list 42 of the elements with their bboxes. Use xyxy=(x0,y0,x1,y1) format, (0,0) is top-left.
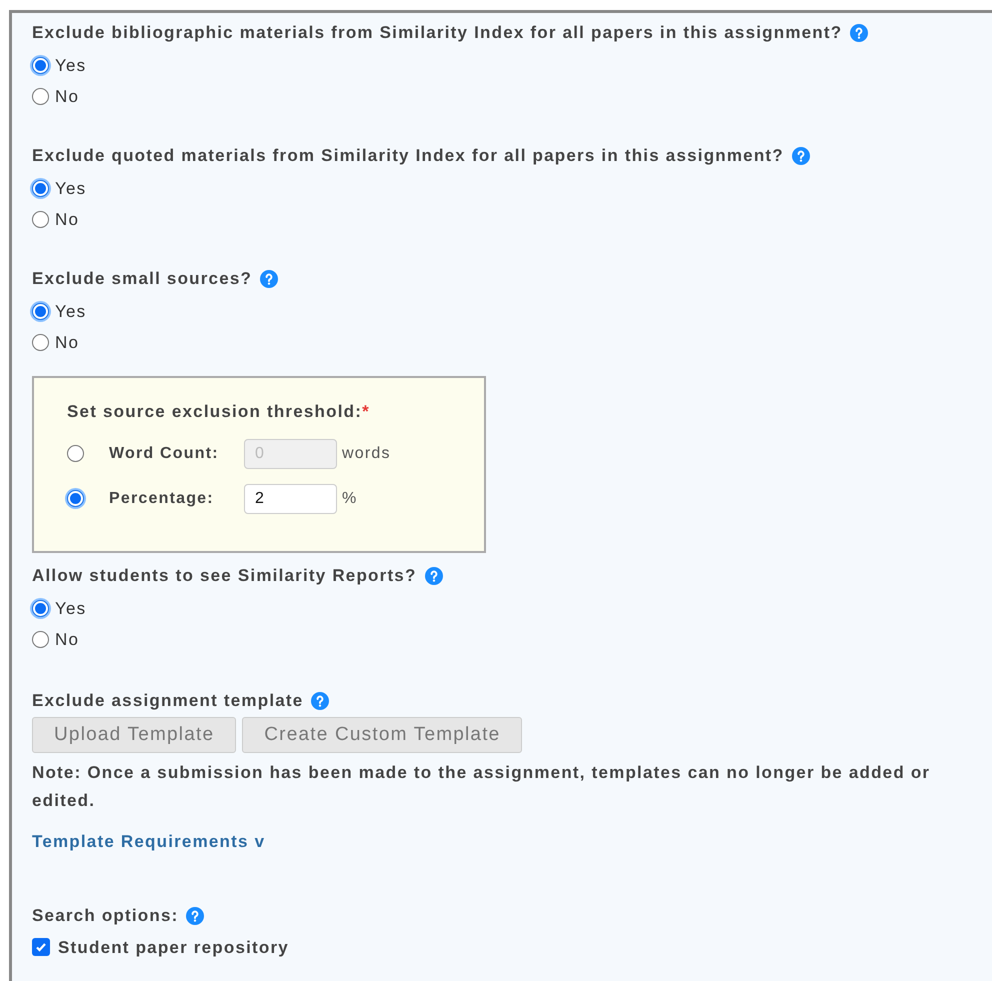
option-label: Yes xyxy=(55,54,86,77)
threshold-option-label: Percentage: xyxy=(109,488,215,508)
help-icon[interactable] xyxy=(792,147,810,165)
help-icon[interactable] xyxy=(311,692,330,710)
radio-button[interactable] xyxy=(32,334,49,351)
help-icon[interactable] xyxy=(424,567,443,585)
question-label: Exclude bibliographic materials from Similarity Index for all papers in this assignment? xyxy=(32,22,842,44)
unit-label: words xyxy=(342,444,391,464)
threshold-input[interactable]: 2 xyxy=(244,484,337,514)
option-label: Yes xyxy=(55,598,86,620)
option-label: No xyxy=(55,208,80,231)
radio-button[interactable] xyxy=(32,303,49,320)
threshold-option-label: Word Count: xyxy=(109,444,220,464)
question-label: Exclude quoted materials from Similarity Index for all papers in this assignment? xyxy=(32,145,784,168)
unit-label: % xyxy=(342,488,358,508)
option-label: Yes xyxy=(55,300,86,323)
question-label: Exclude small sources? xyxy=(32,268,252,290)
checkmark-icon xyxy=(35,941,47,954)
option-label: No xyxy=(55,332,80,354)
help-icon[interactable] xyxy=(850,24,868,42)
option-label: No xyxy=(55,86,80,108)
help-icon[interactable] xyxy=(260,270,278,288)
requirements-link[interactable]: Template Requirements v xyxy=(32,829,266,854)
checkbox[interactable] xyxy=(32,938,50,956)
help-icon[interactable] xyxy=(186,906,204,924)
option-label: No xyxy=(55,628,80,651)
template-button[interactable]: Upload Template xyxy=(32,717,236,753)
threshold-title: Set source exclusion threshold:* xyxy=(67,401,371,423)
radio-button[interactable] xyxy=(32,600,49,617)
section-title: Exclude assignment template xyxy=(32,690,304,712)
radio-button[interactable] xyxy=(67,490,84,507)
radio-button[interactable] xyxy=(32,57,49,74)
radio-button[interactable] xyxy=(32,88,49,105)
note-text: Note: Once a submission has been made to the assignment, templates can no longer be added or edited. xyxy=(32,762,932,812)
checkbox-label: Student paper repository xyxy=(58,936,289,958)
radio-button[interactable] xyxy=(32,631,49,648)
template-button[interactable]: Create Custom Template xyxy=(242,717,522,753)
radio-button[interactable] xyxy=(32,180,49,197)
section-title: Search options: xyxy=(32,904,178,927)
radio-button[interactable] xyxy=(32,211,49,228)
option-label: Yes xyxy=(55,178,86,200)
question-label: Allow students to see Similarity Reports? xyxy=(32,565,417,588)
